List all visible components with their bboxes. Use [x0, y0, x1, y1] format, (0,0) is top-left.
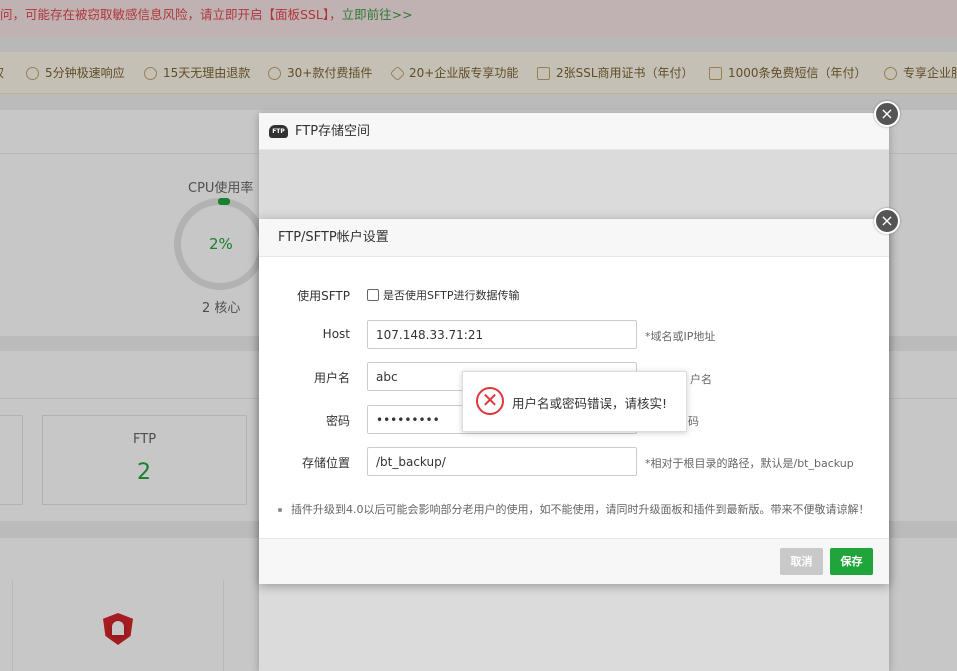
storage-location-hint: *相对于根目录的路径，默认是/bt_backup	[645, 457, 854, 470]
cancel-button[interactable]: 取消	[780, 548, 823, 575]
username-hint: 户名	[690, 373, 712, 386]
dialog-title-bar: FTP FTP存储空间	[259, 113, 889, 150]
storage-location-label: 存储位置	[301, 456, 350, 470]
sftp-label: 使用SFTP	[297, 289, 350, 303]
dialog-title: FTP/SFTP帐户设置	[259, 219, 889, 257]
cloud-ftp-icon: FTP	[269, 125, 288, 138]
host-input[interactable]	[367, 320, 637, 349]
sftp-checkbox[interactable]	[367, 289, 379, 301]
host-label: Host	[322, 327, 350, 341]
password-hint: 码	[688, 415, 699, 428]
dialog-title: FTP存储空间	[295, 124, 371, 139]
upgrade-note: 插件升级到4.0以后可能会影响部分老用户的使用，如不能使用，请同时升级面板和插件…	[278, 501, 870, 517]
close-outer-dialog-button[interactable]: ×	[874, 101, 900, 127]
error-icon: ✕	[476, 387, 504, 415]
error-toast-message: 用户名或密码错误，请核实!	[512, 396, 668, 411]
sftp-checkbox-label[interactable]: 是否使用SFTP进行数据传输	[383, 287, 519, 303]
storage-location-input[interactable]	[367, 447, 637, 476]
host-hint: *域名或IP地址	[645, 330, 716, 343]
save-button[interactable]: 保存	[830, 548, 873, 575]
bullet-icon	[278, 508, 282, 512]
password-label: 密码	[325, 414, 350, 428]
upgrade-note-text: 插件升级到4.0以后可能会影响部分老用户的使用，如不能使用，请同时升级面板和插件…	[291, 503, 870, 516]
username-label: 用户名	[313, 371, 350, 385]
close-inner-dialog-button[interactable]: ×	[874, 208, 900, 234]
